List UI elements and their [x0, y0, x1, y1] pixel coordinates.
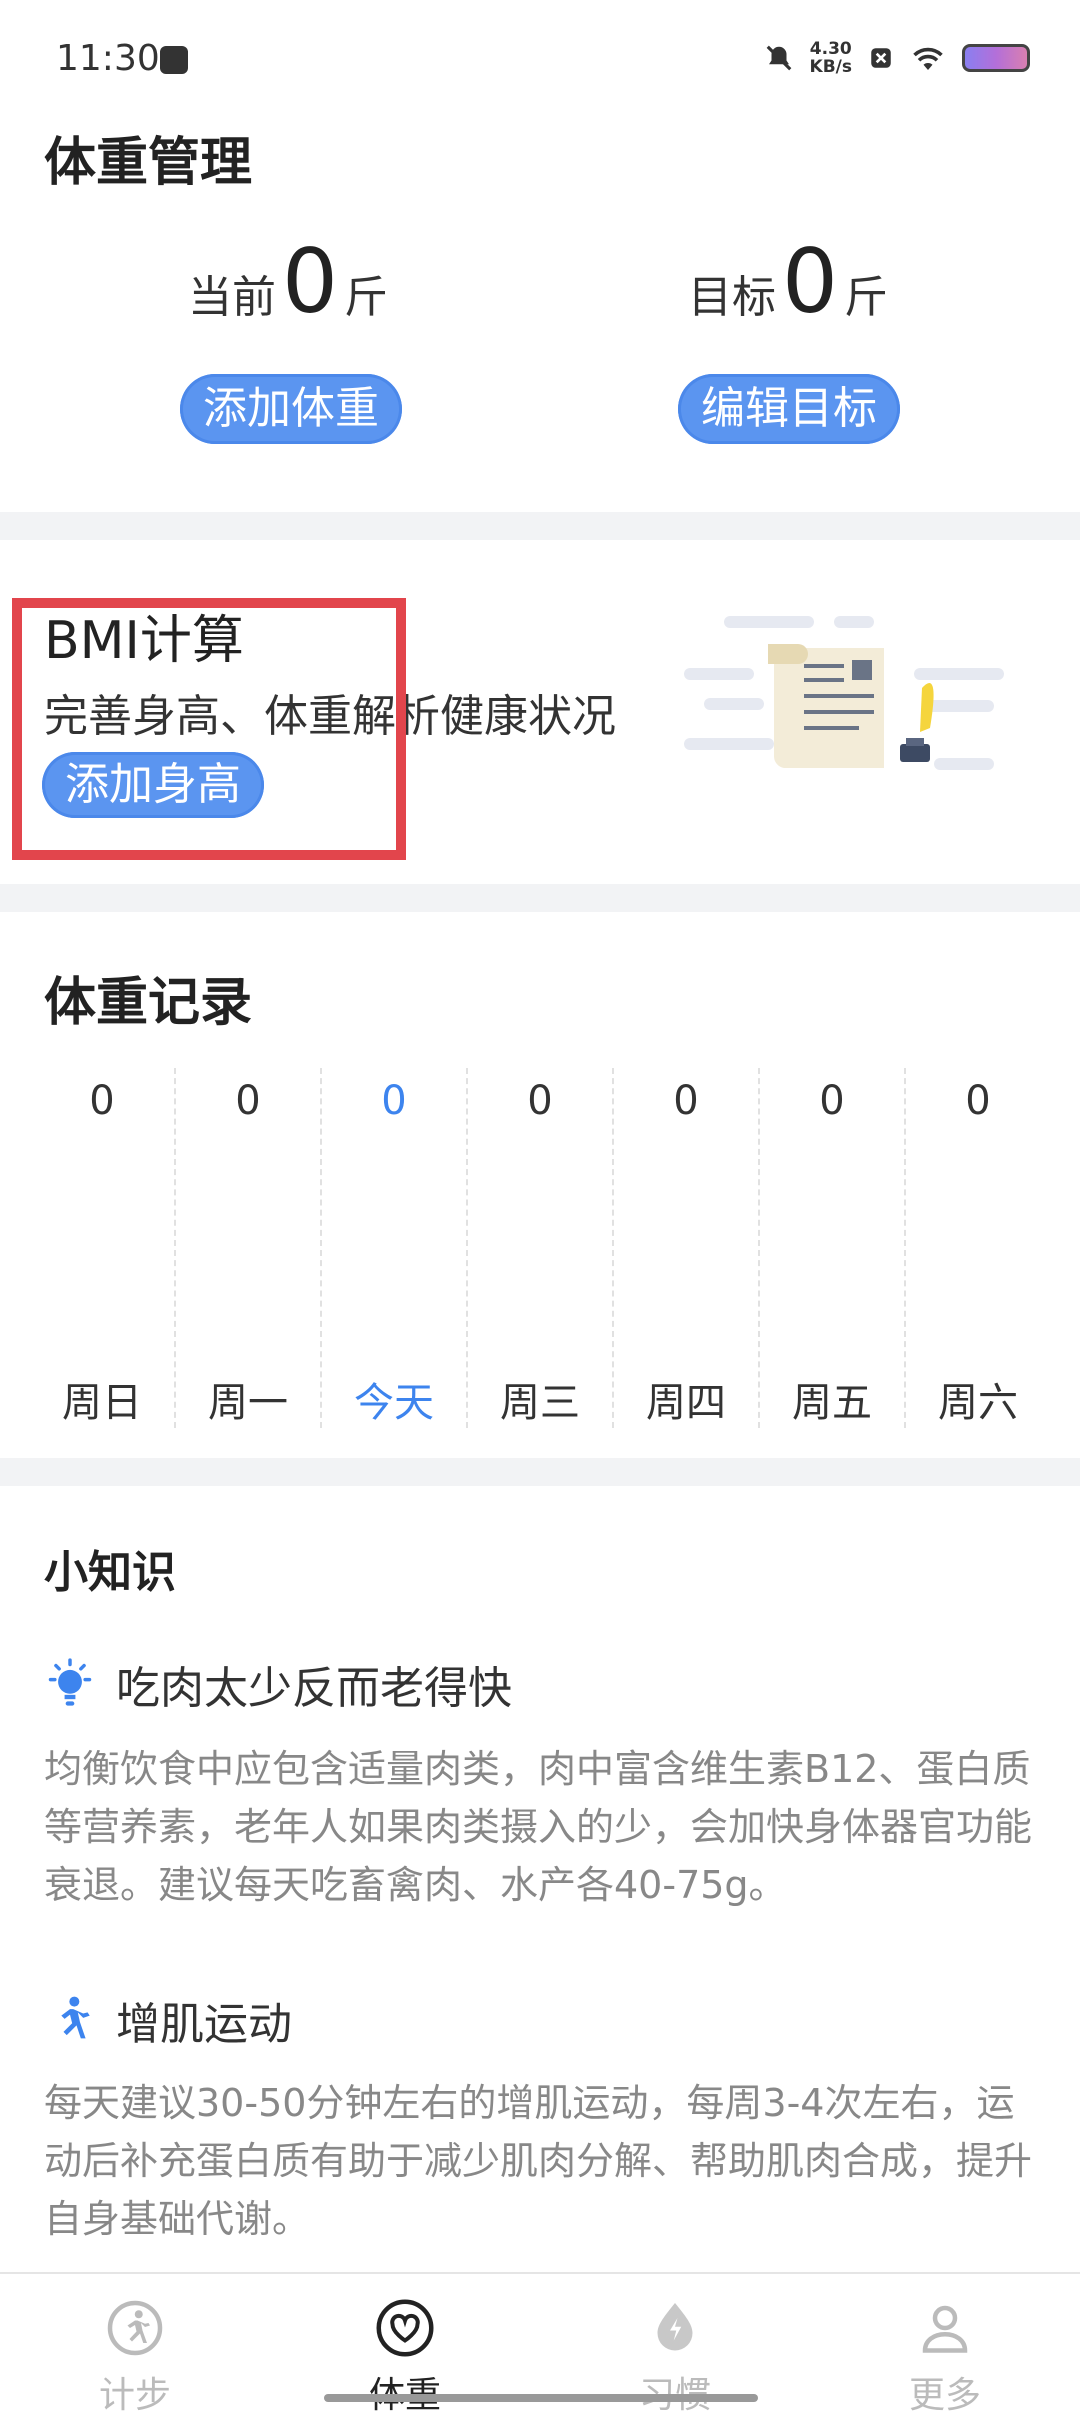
tips-title: 小知识	[44, 1547, 176, 1598]
target-label: 目标	[688, 272, 776, 323]
status-time: 11:30	[56, 38, 160, 79]
target-unit: 斤	[844, 272, 888, 323]
tab-label: 体重	[270, 2366, 540, 2418]
tip-body: 每天建议30-50分钟左右的增肌运动，每周3-4次左右，运动后补充蛋白质有助于减…	[44, 2081, 1033, 2241]
tip-heading: 增肌运动	[44, 1988, 292, 2052]
tip-body: 均衡饮食中应包含适量肉类，肉中富含维生素B12、蛋白质等营养素，老年人如果肉类摄…	[44, 1747, 1033, 1907]
day-value: 0	[235, 1078, 261, 1124]
mute-icon	[766, 45, 791, 71]
weight-record-title: 体重记录	[44, 973, 253, 1033]
day-value: 0	[527, 1078, 553, 1124]
day-name: 今天	[354, 1380, 434, 1426]
section-divider	[0, 884, 1080, 912]
step-icon	[107, 2300, 163, 2356]
day-column[interactable]: 0 周三	[468, 1068, 614, 1428]
day-value: 0	[965, 1078, 991, 1124]
day-value: 0	[381, 1078, 407, 1124]
day-column[interactable]: 0 周五	[760, 1068, 906, 1428]
day-column[interactable]: 0 周四	[614, 1068, 760, 1428]
day-value: 0	[819, 1078, 845, 1124]
network-speed: 4.30 KB/s	[810, 40, 852, 76]
target-weight: 目标 0 斤	[688, 238, 888, 326]
wifi-icon	[913, 47, 943, 70]
network-speed-value: 4.30	[809, 39, 852, 59]
day-column[interactable]: 0 周六	[906, 1068, 1050, 1428]
add-weight-button[interactable]: 添加体重	[180, 374, 402, 444]
tab-label: 计步	[98, 2375, 171, 2416]
current-value: 0	[282, 230, 338, 333]
day-column-today[interactable]: 0 今天	[322, 1068, 468, 1428]
weekly-record: 0 周日 0 周一 0 今天 0 周三 0 周四 0 周五 0 周六	[30, 1068, 1050, 1428]
battery-icon	[962, 44, 1030, 72]
status-bar: 11:30 4.30 KB/s	[0, 0, 1080, 120]
bottom-tab-bar: 计步 体重 习惯 更多	[0, 2272, 1080, 2416]
home-indicator[interactable]	[324, 2394, 758, 2402]
tab-habits[interactable]: 习惯	[540, 2274, 810, 2416]
tab-label: 更多	[908, 2375, 981, 2416]
document-illustration-icon	[684, 616, 1004, 770]
day-value: 0	[673, 1078, 699, 1124]
tab-steps[interactable]: 计步	[0, 2274, 270, 2416]
tab-more[interactable]: 更多	[810, 2274, 1080, 2416]
current-label: 当前	[188, 272, 276, 323]
lightbulb-icon	[48, 1658, 92, 1706]
section-divider	[0, 512, 1080, 540]
current-weight: 当前 0 斤	[188, 238, 388, 326]
running-person-icon	[61, 1996, 90, 2039]
drop-icon	[657, 2303, 693, 2351]
tip-title: 增肌运动	[116, 1999, 292, 2050]
highlight-box	[12, 598, 406, 860]
tab-label: 习惯	[540, 2366, 810, 2418]
status-icons: 4.30 KB/s	[764, 40, 1030, 76]
tab-weight[interactable]: 体重	[270, 2274, 540, 2416]
day-name: 周五	[792, 1380, 872, 1426]
edit-target-button[interactable]: 编辑目标	[678, 374, 900, 444]
heart-icon	[376, 2299, 434, 2357]
message-icon	[160, 46, 188, 74]
person-icon	[922, 2305, 968, 2353]
section-divider	[0, 1458, 1080, 1486]
day-name: 周三	[500, 1380, 580, 1426]
target-value: 0	[782, 230, 838, 333]
day-name: 周四	[646, 1380, 726, 1426]
day-column[interactable]: 0 周日	[30, 1068, 176, 1428]
day-name: 周日	[62, 1380, 142, 1426]
sim-off-icon	[871, 48, 891, 68]
day-column[interactable]: 0 周一	[176, 1068, 322, 1428]
current-unit: 斤	[344, 272, 388, 323]
day-value: 0	[89, 1078, 115, 1124]
weight-management-title: 体重管理	[44, 133, 253, 193]
tip-title: 吃肉太少反而老得快	[116, 1663, 512, 1714]
tip-heading: 吃肉太少反而老得快	[44, 1652, 512, 1716]
network-speed-unit: KB/s	[809, 57, 852, 77]
day-name: 周六	[938, 1380, 1018, 1426]
day-name: 周一	[208, 1380, 288, 1426]
